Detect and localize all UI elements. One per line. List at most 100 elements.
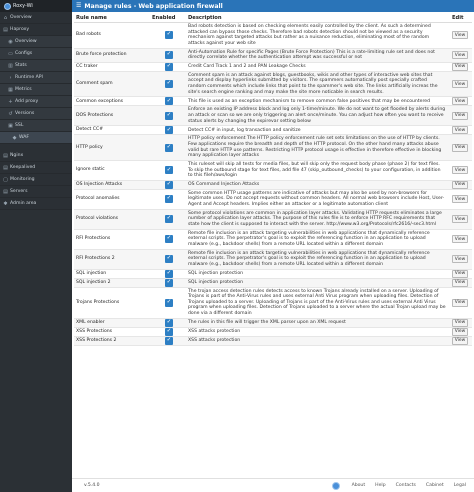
table-row: SQL injection 2 ✓ SQL injection protection…: [74, 278, 472, 288]
table-row: SQL injection ✓ SQL injection protection Vi…: [74, 269, 472, 279]
rule-description: HTTP policy enforcement The HTTP policy …: [188, 136, 442, 159]
menu-icon[interactable]: ☰: [76, 3, 81, 9]
table-row: Comment spam ✓ Comment spam is an attack a…: [74, 71, 472, 98]
enabled-checkbox[interactable]: ✓: [165, 80, 173, 89]
rule-name: XSS Protections 2: [76, 337, 117, 343]
sidebar-item-monitoring[interactable]: ▢ Monitoring: [0, 174, 72, 186]
sidebar-item-nginx[interactable]: ▤ Nginx: [0, 150, 72, 162]
view-button[interactable]: View: [452, 31, 468, 40]
rule-name: Brute force protection: [76, 52, 127, 58]
view-button[interactable]: View: [452, 278, 468, 287]
enabled-checkbox[interactable]: ✓: [165, 126, 173, 135]
chart-icon: ▦: [8, 86, 13, 93]
edit-cell: View: [448, 327, 472, 336]
view-button[interactable]: View: [452, 126, 468, 135]
enabled-checkbox[interactable]: ✓: [165, 31, 173, 40]
table-row: Protocol anomalies ✓ Some common HTTP usag…: [74, 190, 472, 210]
history-icon: ↺: [8, 110, 13, 117]
sidebar-item-stats[interactable]: ▥ Stats: [0, 60, 72, 72]
enabled-cell: ✓: [152, 327, 186, 336]
view-button[interactable]: View: [452, 255, 468, 264]
enabled-cell: ✓: [152, 97, 186, 106]
footer-link-about[interactable]: About: [352, 483, 366, 488]
enabled-cell: ✓: [152, 166, 186, 175]
view-button[interactable]: View: [452, 327, 468, 336]
enabled-checkbox[interactable]: ✓: [165, 143, 173, 152]
edit-cell: View: [448, 62, 472, 71]
table-header: Rule name Enabled Description Edit: [74, 14, 472, 23]
enabled-checkbox[interactable]: ✓: [165, 269, 173, 278]
enabled-checkbox[interactable]: ✓: [165, 215, 173, 224]
sidebar-item-metrics[interactable]: ▦ Metrics: [0, 84, 72, 96]
view-button[interactable]: View: [452, 235, 468, 244]
enabled-checkbox[interactable]: ✓: [165, 318, 173, 327]
enabled-checkbox[interactable]: ✓: [165, 166, 173, 175]
enabled-cell: ✓: [152, 215, 186, 224]
header-description: Description: [188, 15, 222, 21]
view-button[interactable]: View: [452, 111, 468, 120]
view-button[interactable]: View: [452, 97, 468, 106]
rule-description: Enforce an existing IP address block and…: [188, 107, 446, 124]
plus-icon: +: [8, 98, 13, 105]
view-button[interactable]: View: [452, 195, 468, 204]
enabled-checkbox[interactable]: ✓: [165, 255, 173, 264]
server-icon: ▤: [3, 152, 8, 159]
enabled-cell: ✓: [152, 235, 186, 244]
rule-description: Some protocol violations are common in a…: [188, 210, 442, 228]
sidebar-item-ssl[interactable]: ▣ SSL: [0, 120, 72, 132]
footer-link-contacts[interactable]: Contacts: [396, 483, 416, 488]
sidebar-item-runtime-api[interactable]: › Runtime API: [0, 72, 72, 84]
enabled-checkbox[interactable]: ✓: [165, 51, 173, 60]
view-button[interactable]: View: [452, 318, 468, 327]
enabled-checkbox[interactable]: ✓: [165, 97, 173, 106]
check-icon: ✓: [166, 269, 172, 276]
sidebar-item-versions[interactable]: ↺ Versions: [0, 108, 72, 120]
enabled-checkbox[interactable]: ✓: [165, 278, 173, 287]
table-row: OS Injection Attacks ✓ OS Command Injectio…: [74, 180, 472, 190]
sidebar-item-servers[interactable]: ▤ Servers: [0, 186, 72, 198]
footer-link-legal[interactable]: Legal: [454, 483, 466, 488]
view-button[interactable]: View: [452, 143, 468, 152]
view-button[interactable]: View: [452, 80, 468, 89]
app-logo[interactable]: Roxy-Wi: [0, 0, 72, 12]
enabled-checkbox[interactable]: ✓: [165, 298, 173, 307]
file-icon: ▭: [8, 50, 13, 57]
enabled-checkbox[interactable]: ✓: [165, 336, 173, 345]
check-icon: ✓: [166, 298, 172, 305]
edit-cell: View: [448, 143, 472, 152]
enabled-checkbox[interactable]: ✓: [165, 235, 173, 244]
enabled-cell: ✓: [152, 336, 186, 345]
edit-cell: View: [448, 51, 472, 60]
enabled-checkbox[interactable]: ✓: [165, 111, 173, 120]
table-row: Common exceptions ✓ This file is used as a…: [74, 97, 472, 107]
view-button[interactable]: View: [452, 269, 468, 278]
view-button[interactable]: View: [452, 215, 468, 224]
sidebar-item-waf[interactable]: ◆ WAF: [0, 132, 72, 144]
sidebar-item-haproxy[interactable]: ▤ Haproxy: [0, 24, 72, 36]
view-button[interactable]: View: [452, 62, 468, 71]
footer-link-cabinet[interactable]: Cabinet: [426, 483, 444, 488]
view-button[interactable]: View: [452, 298, 468, 307]
logo-icon: [4, 2, 11, 10]
enabled-checkbox[interactable]: ✓: [165, 195, 173, 204]
view-button[interactable]: View: [452, 51, 468, 60]
sidebar-item-overview[interactable]: ⌂ Overview: [0, 12, 72, 24]
view-button[interactable]: View: [452, 336, 468, 345]
footer-link-help[interactable]: Help: [375, 483, 385, 488]
check-icon: ✓: [166, 215, 172, 222]
sidebar-item-configs[interactable]: ▭ Configs: [0, 48, 72, 60]
gear-icon: ✱: [3, 200, 8, 207]
sidebar-item-haproxy-overview[interactable]: ◉ Overview: [0, 36, 72, 48]
sidebar-item-admin-area[interactable]: ✱ Admin area: [0, 198, 72, 210]
rule-description: Some common HTTP usage patterns are indi…: [188, 190, 445, 208]
sidebar-item-keepalived[interactable]: ▤ Keepalived: [0, 162, 72, 174]
enabled-checkbox[interactable]: ✓: [165, 62, 173, 71]
view-button[interactable]: View: [452, 166, 468, 175]
rule-name: Ignore static: [76, 167, 105, 173]
enabled-checkbox[interactable]: ✓: [165, 327, 173, 336]
view-button[interactable]: View: [452, 180, 468, 189]
enabled-checkbox[interactable]: ✓: [165, 180, 173, 189]
dashboard-icon: ◉: [8, 38, 13, 45]
rule-name: XSS Protections: [76, 328, 113, 334]
sidebar-item-add-proxy[interactable]: + Add proxy: [0, 96, 72, 108]
